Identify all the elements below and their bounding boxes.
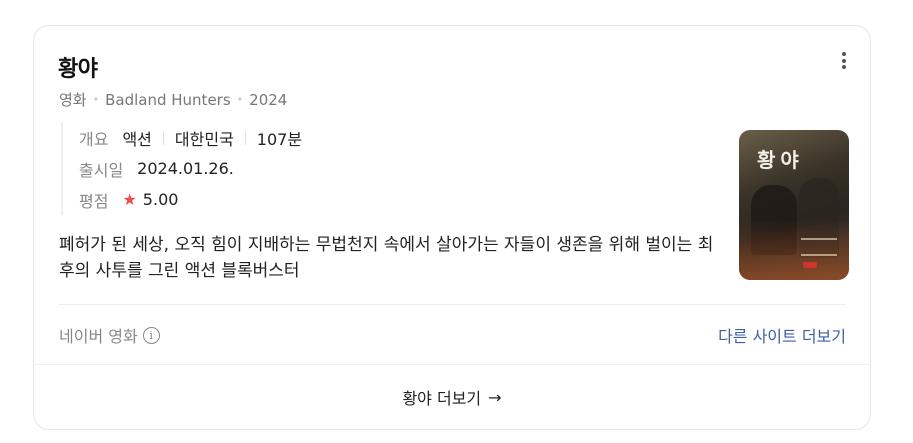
info-circle-icon[interactable]: i (142, 326, 160, 344)
category-label: 영화 (59, 91, 87, 109)
more-button-label: 황야 더보기 (402, 389, 482, 408)
genre-value: 액션 (122, 129, 152, 149)
divider (244, 130, 246, 145)
release-label: 출시일 (79, 160, 124, 180)
movie-card: 황야 영화 • Badland Hunters • 2024 개요 액션 대한민국 10… (33, 25, 871, 430)
poster-tagline-block (801, 238, 837, 256)
poster-netflix-mark (803, 262, 817, 268)
arrow-right-icon: → (488, 387, 502, 407)
overview-label: 개요 (79, 129, 109, 149)
runtime-value: 107분 (256, 129, 303, 149)
other-sites-link[interactable]: 다른 사이트 더보기 (718, 323, 846, 347)
rating-label: 평점 (79, 191, 109, 211)
more-options-icon[interactable] (838, 52, 850, 72)
movie-title[interactable]: 황야 (58, 51, 98, 83)
separator-dot: • (236, 93, 244, 106)
separator-dot: • (92, 93, 100, 106)
country-value: 대한민국 (174, 129, 234, 149)
source-name: 네이버 영화 (59, 327, 138, 346)
star-icon: ★ (122, 190, 137, 209)
source-label: 네이버 영화 i (59, 323, 160, 347)
movie-info: 개요 액션 대한민국 107분 출시일 2024.01.26. 평점 ★ 5.0… (61, 122, 302, 215)
divider (58, 304, 846, 305)
movie-poster[interactable]: 황 야 (739, 130, 849, 280)
release-row: 출시일 2024.01.26. (79, 153, 302, 184)
release-year: 2024 (249, 91, 288, 109)
rating-row: 평점 ★ 5.00 (79, 184, 302, 215)
english-title: Badland Hunters (105, 91, 231, 109)
more-button[interactable]: 황야 더보기 → (34, 365, 870, 429)
movie-description: 폐허가 된 세상, 오직 힘이 지배하는 무법천지 속에서 살아가는 자들이 생… (59, 235, 714, 281)
divider (162, 130, 164, 145)
overview-row: 개요 액션 대한민국 107분 (79, 122, 302, 153)
release-date: 2024.01.26. (137, 159, 234, 178)
movie-subtitle: 영화 • Badland Hunters • 2024 (59, 89, 287, 110)
poster-title: 황 야 (757, 148, 799, 172)
rating-value: 5.00 (142, 190, 179, 209)
